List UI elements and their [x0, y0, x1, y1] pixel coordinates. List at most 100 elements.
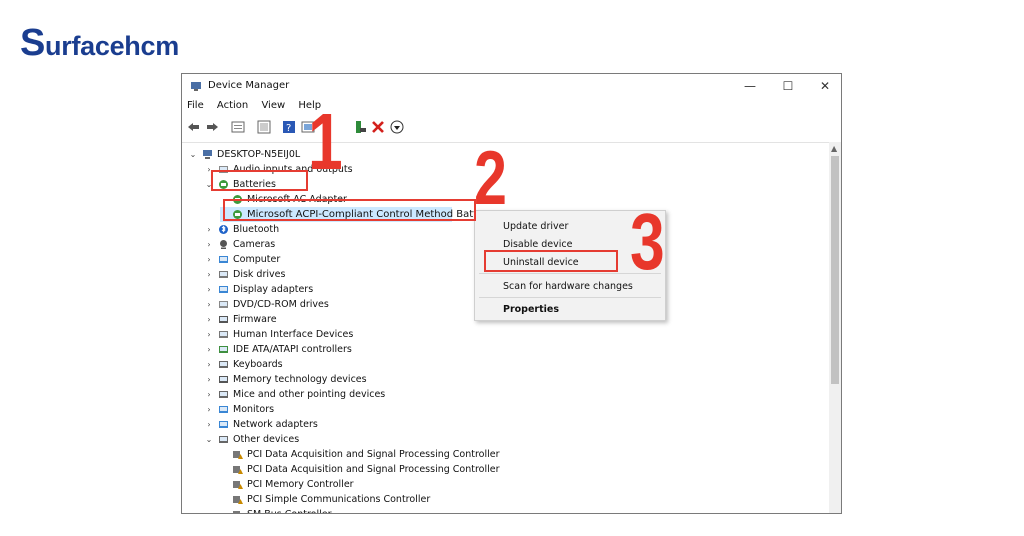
minimize-button[interactable]: — [735, 76, 765, 96]
menu-file[interactable]: File [187, 100, 204, 111]
tree-item[interactable]: › Mice and other pointing devices [204, 387, 664, 402]
close-button[interactable]: ✕ [810, 76, 840, 96]
chevron-right-icon[interactable]: › [204, 402, 214, 417]
warning-device-icon [233, 451, 243, 459]
menu-action[interactable]: Action [217, 100, 248, 111]
tree-item[interactable]: SM Bus Controller [220, 507, 680, 513]
toolbar: ? [185, 119, 841, 137]
add-driver-icon[interactable] [353, 120, 367, 134]
menu-item-update-driver[interactable]: Update driver [503, 221, 568, 232]
scroll-up-icon[interactable]: ▲ [831, 144, 837, 153]
svg-text:?: ? [286, 123, 291, 134]
tree-item-label: Keyboards [233, 359, 283, 370]
tree-item-label: PCI Memory Controller [247, 479, 354, 490]
menu-item-properties[interactable]: Properties [503, 304, 559, 315]
tree-item[interactable]: › IDE ATA/ATAPI controllers [204, 342, 664, 357]
step-2-label: 2 [474, 136, 507, 221]
chevron-down-icon[interactable]: ⌄ [204, 432, 214, 447]
hid-icon [219, 331, 228, 338]
dvd-icon [219, 301, 228, 308]
warning-device-icon [233, 481, 243, 489]
tree-item-label: Display adapters [233, 284, 314, 295]
tree-item[interactable]: › Network adapters [204, 417, 664, 432]
tree-item-label: DVD/CD-ROM drives [233, 299, 329, 310]
ide-icon [219, 346, 228, 353]
menu-view[interactable]: View [261, 100, 285, 111]
tree-item[interactable]: › Memory technology devices [204, 372, 664, 387]
tree-item-label: Cameras [233, 239, 276, 250]
monitor-icon [219, 406, 228, 413]
chip-icon [219, 316, 228, 323]
tree-item-label: Monitors [233, 404, 275, 415]
tree-item-label: PCI Simple Communications Controller [247, 494, 431, 505]
chevron-down-icon[interactable]: ⌄ [188, 147, 198, 162]
tree-item[interactable]: PCI Simple Communications Controller [220, 492, 680, 507]
tree-item[interactable]: › Keyboards [204, 357, 664, 372]
chevron-right-icon[interactable]: › [204, 357, 214, 372]
tree-item-label: Human Interface Devices [233, 329, 354, 340]
menu-item-disable-device[interactable]: Disable device [503, 239, 572, 250]
tree-item-label: SM Bus Controller [247, 507, 331, 513]
vertical-scrollbar[interactable]: ▲ [829, 142, 841, 513]
display-icon [219, 286, 228, 293]
disable-icon[interactable] [390, 120, 404, 134]
window-title: Device Manager [208, 80, 290, 91]
chevron-right-icon[interactable]: › [204, 252, 214, 267]
chevron-right-icon[interactable]: › [204, 342, 214, 357]
tree-item[interactable]: PCI Memory Controller [220, 477, 680, 492]
brand-logo: Surfacehcm [20, 22, 179, 64]
warning-device-icon [233, 496, 243, 504]
device-manager-icon [191, 82, 201, 91]
tree-item-label: Bluetooth [233, 224, 280, 235]
tree-item[interactable]: › Human Interface Devices [204, 327, 664, 342]
tree-item-label: Firmware [233, 314, 277, 325]
tree-item[interactable]: ⌄ Other devices [204, 432, 664, 447]
device-tree: ⌄ DESKTOP-N5EIJ0L › Audio inputs and outp… [182, 142, 841, 513]
chevron-right-icon[interactable]: › [204, 222, 214, 237]
tree-item-label: PCI Data Acquisition and Signal Processi… [247, 449, 500, 460]
monitor-icon [219, 256, 228, 263]
remove-icon[interactable] [371, 120, 385, 134]
chevron-right-icon[interactable]: › [204, 282, 214, 297]
scrollbar-thumb[interactable] [831, 156, 839, 384]
chevron-right-icon[interactable]: › [204, 387, 214, 402]
tree-item[interactable]: PCI Data Acquisition and Signal Processi… [220, 447, 680, 462]
tree-item-label: PCI Data Acquisition and Signal Processi… [247, 464, 500, 475]
chevron-right-icon[interactable]: › [204, 267, 214, 282]
tree-item-label: Mice and other pointing devices [233, 389, 386, 400]
computer-icon [203, 150, 212, 159]
properties-icon[interactable] [231, 120, 245, 134]
tree-item-label: IDE ATA/ATAPI controllers [233, 344, 352, 355]
step-3-label: 3 [630, 197, 665, 286]
tree-item[interactable]: › Monitors [204, 402, 664, 417]
disk-icon [219, 271, 228, 278]
menu-separator [479, 297, 661, 298]
forward-icon[interactable] [205, 120, 219, 134]
menu-item-scan[interactable]: Scan for hardware changes [503, 281, 633, 292]
unknown-device-icon [219, 436, 228, 443]
warning-device-icon [233, 511, 240, 513]
chevron-right-icon[interactable]: › [204, 312, 214, 327]
highlight-uninstall [484, 250, 618, 272]
warning-device-icon [233, 466, 243, 474]
tree-item-label: Other devices [233, 434, 300, 445]
highlight-batteries [211, 170, 308, 191]
chevron-right-icon[interactable]: › [204, 237, 214, 252]
chevron-right-icon[interactable]: › [204, 297, 214, 312]
tree-item-label: Computer [233, 254, 281, 265]
maximize-button[interactable]: ☐ [773, 76, 803, 96]
title-bar: Device Manager — ☐ ✕ [182, 74, 841, 98]
chevron-right-icon[interactable]: › [204, 372, 214, 387]
tree-item-label: Memory technology devices [233, 374, 367, 385]
help-icon[interactable]: ? [282, 120, 296, 134]
chevron-right-icon[interactable]: › [204, 327, 214, 342]
memory-icon [219, 376, 228, 383]
highlight-battery-device [223, 199, 476, 221]
chevron-right-icon[interactable]: › [204, 417, 214, 432]
step-1-label: 1 [308, 97, 343, 186]
mouse-icon [219, 391, 228, 398]
tree-item-label: Disk drives [233, 269, 286, 280]
tree-item[interactable]: PCI Data Acquisition and Signal Processi… [220, 462, 680, 477]
back-icon[interactable] [187, 120, 201, 134]
update-icon[interactable] [257, 120, 271, 134]
